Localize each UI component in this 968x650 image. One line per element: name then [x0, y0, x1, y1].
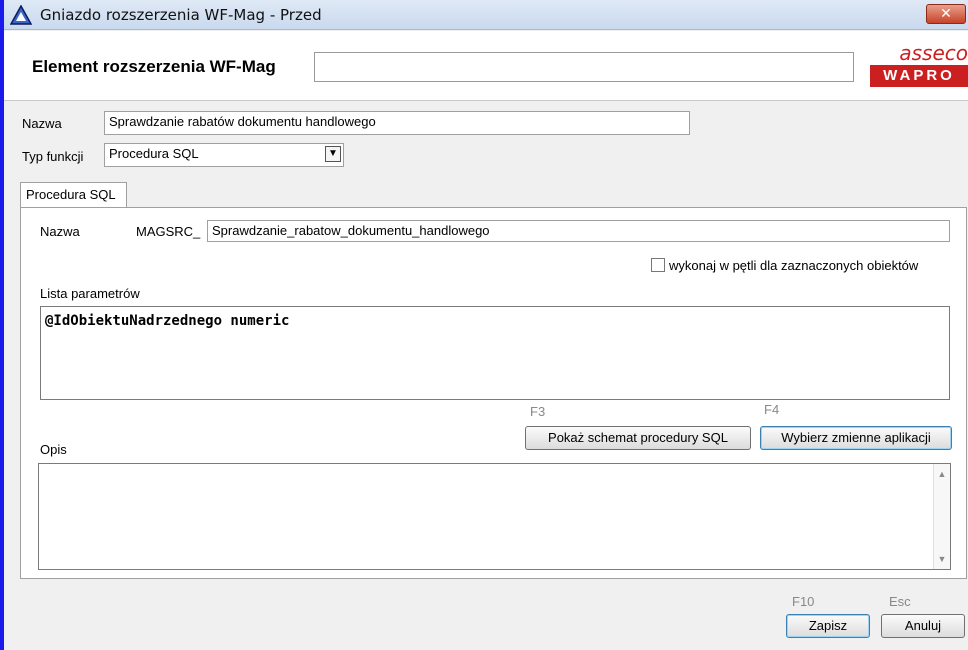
- loop-checkbox[interactable]: [651, 258, 665, 272]
- procedure-prefix: MAGSRC_: [136, 224, 201, 239]
- chevron-down-icon[interactable]: ▼: [325, 146, 341, 162]
- function-type-label: Typ funkcji: [22, 149, 84, 164]
- esc-hotkey: Esc: [889, 594, 911, 609]
- f10-hotkey: F10: [792, 594, 815, 609]
- scroll-down-icon[interactable]: ▼: [934, 551, 950, 567]
- scroll-up-icon[interactable]: ▲: [934, 466, 950, 482]
- save-button[interactable]: Zapisz: [786, 614, 870, 638]
- cancel-button[interactable]: Anuluj: [881, 614, 965, 638]
- f4-hotkey: F4: [764, 402, 780, 417]
- name-field[interactable]: Sprawdzanie rabatów dokumentu handlowego: [104, 111, 690, 135]
- app-triangle-icon: [10, 5, 32, 25]
- description-label: Opis: [40, 442, 67, 457]
- function-type-value: Procedura SQL: [109, 146, 199, 161]
- function-type-select[interactable]: Procedura SQL ▼: [104, 143, 344, 167]
- tab-procedura-sql[interactable]: Procedura SQL: [20, 182, 127, 208]
- procedure-name-field[interactable]: Sprawdzanie_rabatow_dokumentu_handlowego: [207, 220, 950, 242]
- header-label: Element rozszerzenia WF-Mag: [32, 57, 276, 76]
- dialog-window: Gniazdo rozszerzenia WF-Mag - Przed ✕ El…: [0, 0, 968, 650]
- extension-element-field[interactable]: [314, 52, 854, 82]
- f3-hotkey: F3: [530, 404, 546, 419]
- procedure-name-label: Nazwa: [40, 224, 80, 239]
- logo-asseco-text: asseco: [899, 41, 968, 65]
- name-label: Nazwa: [22, 116, 62, 131]
- title-bar[interactable]: Gniazdo rozszerzenia WF-Mag - Przed ✕: [4, 0, 968, 30]
- asseco-wapro-logo: asseco WAPRO: [862, 43, 968, 103]
- header-panel: Element rozszerzenia WF-Mag asseco WAPRO: [4, 31, 968, 101]
- params-text: @IdObiektuNadrzednego numeric: [45, 313, 290, 329]
- description-scrollbar[interactable]: ▲ ▼: [933, 464, 950, 569]
- select-variables-button[interactable]: Wybierz zmienne aplikacji: [760, 426, 952, 450]
- params-textarea[interactable]: @IdObiektuNadrzednego numeric: [40, 306, 950, 400]
- description-textarea[interactable]: ▲ ▼: [38, 463, 951, 570]
- params-label: Lista parametrów: [40, 286, 140, 301]
- show-schema-button[interactable]: Pokaż schemat procedury SQL: [525, 426, 751, 450]
- window-title: Gniazdo rozszerzenia WF-Mag - Przed: [40, 6, 322, 24]
- loop-checkbox-label: wykonaj w pętli dla zaznaczonych obiektó…: [669, 258, 919, 273]
- close-button[interactable]: ✕: [926, 4, 966, 24]
- logo-wapro-text: WAPRO: [870, 65, 968, 87]
